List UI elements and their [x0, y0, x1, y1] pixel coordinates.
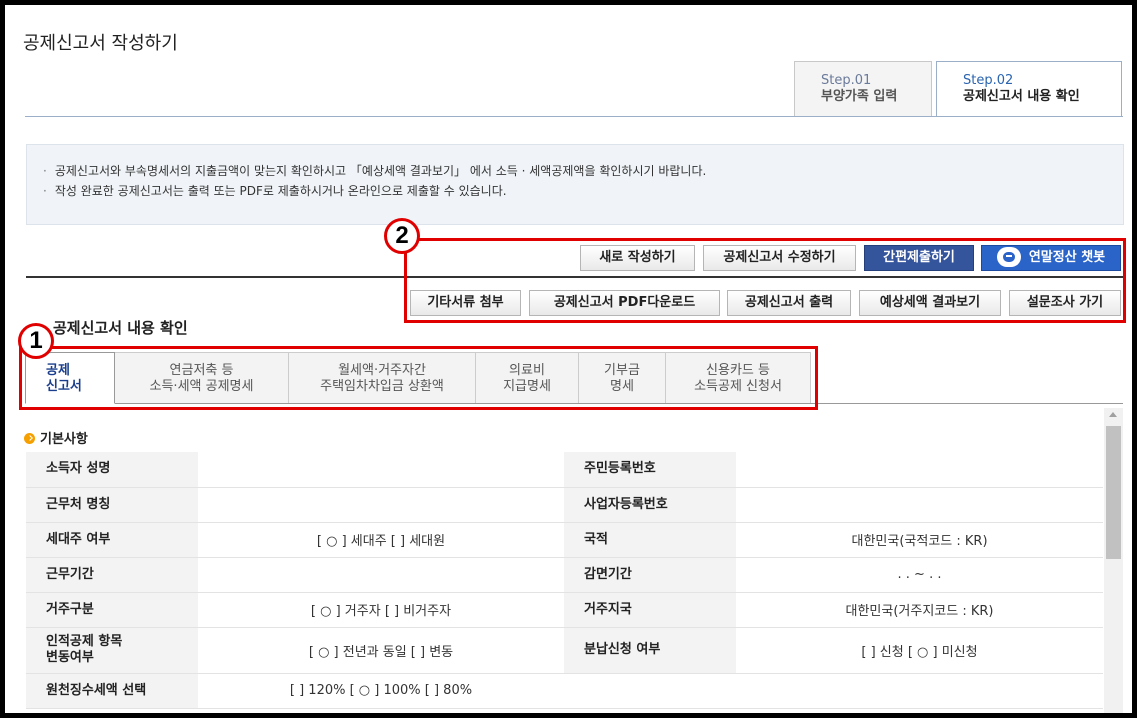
table-row: 소득자 성명 주민등록번호: [26, 452, 1103, 488]
basic-info-panel: 기본사항 소득자 성명 주민등록번호 근무처 명칭 사업자등록번호 세대주 여부…: [18, 408, 1123, 713]
table-row: 거주구분 [ ○ ] 거주자 [ ] 비거주자 거주지국 대한민국(거주지코드 …: [26, 592, 1103, 628]
basic-info-table: 소득자 성명 주민등록번호 근무처 명칭 사업자등록번호 세대주 여부 [ ○ …: [26, 452, 1103, 709]
value-residency: [ ○ ] 거주자 [ ] 비거주자: [198, 592, 564, 628]
app-frame: 공제신고서 작성하기 Step.01 부양가족 입력 Step.02 공제신고서…: [0, 0, 1137, 718]
label-reduction-period: 감면기간: [564, 557, 736, 593]
value-household-head: [ ○ ] 세대주 [ ] 세대원: [198, 522, 564, 558]
highlight-box-actions: [404, 238, 1126, 323]
value-work-period: [198, 557, 564, 593]
badge-2: 2: [384, 218, 420, 254]
step-tab-1[interactable]: Step.01 부양가족 입력: [794, 61, 932, 117]
label-workplace: 근무처 명칭: [26, 487, 198, 523]
scroll-up-arrow-icon[interactable]: [1109, 412, 1117, 417]
value-personal-deduction-change: [ ○ ] 전년과 동일 [ ] 변동: [198, 627, 564, 674]
table-row: 세대주 여부 [ ○ ] 세대주 [ ] 세대원 국적 대한민국(국적코드 : …: [26, 522, 1103, 558]
label-work-period: 근무기간: [26, 557, 198, 593]
basic-info-heading: 기본사항: [24, 428, 88, 447]
label-residency: 거주구분: [26, 592, 198, 628]
label-business-number: 사업자등록번호: [564, 487, 736, 523]
label-household-head: 세대주 여부: [26, 522, 198, 558]
label-personal-deduction-line2: 변동여부: [46, 650, 94, 665]
label-name: 소득자 성명: [26, 452, 198, 488]
empty-cell: [564, 673, 736, 709]
basic-info-heading-text: 기본사항: [40, 432, 88, 447]
highlight-box-tabs: [19, 346, 818, 410]
step-tab-2[interactable]: Step.02 공제신고서 내용 확인: [936, 61, 1122, 118]
label-residence-country: 거주지국: [564, 592, 736, 628]
step-1-label: 부양가족 입력: [821, 89, 898, 104]
value-name: [198, 452, 564, 488]
value-nationality: 대한민국(국적코드 : KR): [736, 522, 1103, 558]
empty-cell: [736, 673, 1103, 709]
section-bullet-icon: [24, 433, 35, 444]
vertical-scrollbar[interactable]: [1104, 408, 1123, 713]
step-1-number: Step.01: [821, 73, 872, 88]
value-workplace: [198, 487, 564, 523]
step-2-number: Step.02: [963, 73, 1014, 88]
title-divider: [25, 116, 1123, 117]
table-row: 근무기간 감면기간 . . ~ . .: [26, 557, 1103, 593]
value-withholding-choice: [ ] 120% [ ○ ] 100% [ ] 80%: [198, 673, 564, 709]
value-reduction-period: . . ~ . .: [736, 557, 1103, 593]
label-resident-number: 주민등록번호: [564, 452, 736, 488]
info-line-2: 작성 완료한 공제신고서는 출력 또는 PDF로 제출하시거나 온라인으로 제출…: [43, 181, 1123, 201]
page-title: 공제신고서 작성하기: [23, 33, 178, 54]
section-title: 공제신고서 내용 확인: [53, 319, 188, 337]
info-line-1: 공제신고서와 부속명세서의 지출금액이 맞는지 확인하시고 「예상세액 결과보기…: [43, 161, 1123, 181]
badge-1: 1: [18, 323, 54, 359]
table-row: 근무처 명칭 사업자등록번호: [26, 487, 1103, 523]
label-installment: 분납신청 여부: [564, 627, 736, 674]
label-personal-deduction-line1: 인적공제 항목: [46, 634, 123, 649]
info-notice: 공제신고서와 부속명세서의 지출금액이 맞는지 확인하시고 「예상세액 결과보기…: [26, 144, 1124, 225]
scroll-thumb[interactable]: [1106, 426, 1121, 559]
label-nationality: 국적: [564, 522, 736, 558]
label-personal-deduction-change: 인적공제 항목 변동여부: [26, 627, 198, 674]
value-installment: [ ] 신청 [ ○ ] 미신청: [736, 627, 1103, 674]
step-2-label: 공제신고서 내용 확인: [963, 89, 1080, 104]
label-withholding-choice: 원천징수세액 선택: [26, 673, 198, 709]
value-resident-number: [736, 452, 1103, 488]
value-residence-country: 대한민국(거주지코드 : KR): [736, 592, 1103, 628]
table-row: 인적공제 항목 변동여부 [ ○ ] 전년과 동일 [ ] 변동 분납신청 여부…: [26, 627, 1103, 674]
value-business-number: [736, 487, 1103, 523]
table-row: 원천징수세액 선택 [ ] 120% [ ○ ] 100% [ ] 80%: [26, 673, 1103, 709]
